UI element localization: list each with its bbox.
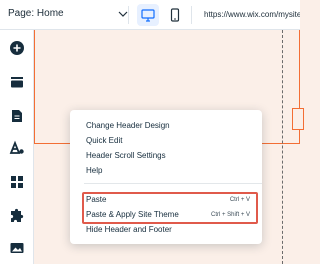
desktop-view-button[interactable] xyxy=(137,4,159,26)
media-icon[interactable] xyxy=(9,240,25,256)
menu-divider xyxy=(84,183,262,184)
left-sidebar xyxy=(0,30,34,264)
menu-item-header-scroll-settings[interactable]: Header Scroll Settings xyxy=(86,151,166,160)
puzzle-icon[interactable] xyxy=(9,208,25,224)
menu-item-change-header-design[interactable]: Change Header Design xyxy=(86,121,170,130)
theme-icon[interactable] xyxy=(9,140,25,156)
pages-icon[interactable] xyxy=(9,74,25,90)
site-url[interactable]: https://www.wix.com/mysite xyxy=(196,6,300,24)
top-toolbar: Page: Home https://www.wix.com/mysite xyxy=(0,0,300,30)
toolbar-divider xyxy=(128,6,129,24)
paste-options-highlight xyxy=(82,192,258,224)
menu-item-help[interactable]: Help xyxy=(86,166,102,175)
header-element-handle[interactable] xyxy=(292,108,304,130)
menu-item-quick-edit[interactable]: Quick Edit xyxy=(86,136,122,145)
toolbar-divider xyxy=(191,6,192,24)
gridline-guide xyxy=(282,30,283,264)
menu-item-hide-header-footer[interactable]: Hide Header and Footer xyxy=(86,225,172,234)
page-selector[interactable]: Page: Home xyxy=(8,5,130,25)
apps-icon[interactable] xyxy=(9,174,25,190)
page-icon[interactable] xyxy=(9,108,25,124)
mobile-view-button[interactable] xyxy=(164,4,186,26)
add-icon[interactable] xyxy=(9,40,25,56)
page-selector-label: Page: Home xyxy=(8,8,64,19)
